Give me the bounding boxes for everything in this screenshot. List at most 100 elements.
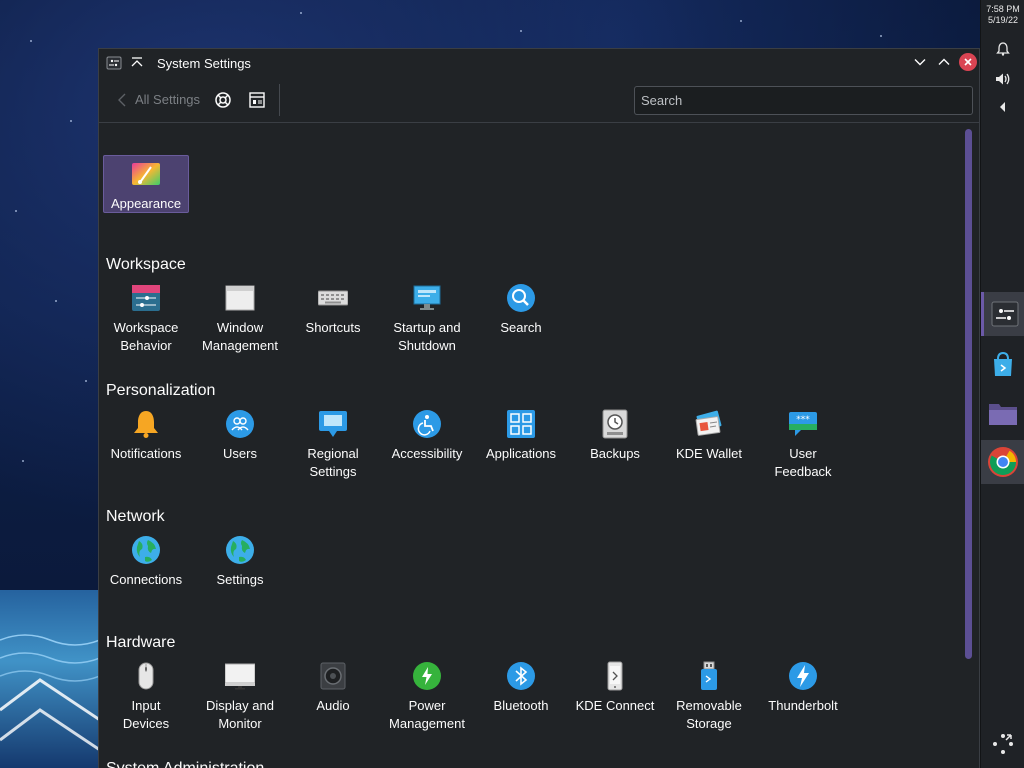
clock[interactable]: 7:58 PM 5/19/22 (981, 4, 1024, 26)
category-audio[interactable]: Audio (290, 661, 376, 715)
appearance-icon (132, 163, 160, 185)
category-label: Connections (109, 572, 183, 587)
category-label: Search (500, 320, 542, 335)
section-title-system-administration: System Administration (106, 760, 264, 768)
chrome-browser-icon[interactable] (981, 440, 1024, 484)
category-label: Bluetooth (493, 698, 549, 713)
notifications-bell-icon[interactable] (981, 38, 1024, 60)
workspace-behavior-icon (132, 285, 160, 311)
kde-wallet-icon (695, 410, 722, 436)
category-label: Removable Storage (676, 698, 742, 731)
category-label: Audio (316, 698, 350, 713)
expand-tray-icon[interactable] (981, 96, 1024, 118)
category-kde-connect[interactable]: KDE Connect (572, 661, 658, 715)
thunderbolt-icon (789, 662, 817, 690)
category-label: Accessibility (391, 446, 463, 461)
window-title: System Settings (157, 55, 251, 71)
category-regional-settings[interactable]: Regional Settings (290, 409, 376, 481)
minimize-button[interactable] (911, 53, 929, 71)
all-settings-back-button[interactable]: All Settings (117, 92, 200, 107)
section-title-workspace: Workspace (106, 256, 186, 273)
category-removable-storage[interactable]: Removable Storage (666, 661, 752, 733)
category-appearance[interactable]: Appearance (103, 155, 189, 213)
backups-clock-icon (602, 409, 628, 439)
category-label: Display and Monitor (206, 698, 274, 731)
right-panel: 7:58 PM 5/19/22 (980, 0, 1024, 768)
category-label: Backups (590, 446, 640, 461)
category-kde-wallet[interactable]: KDE Wallet (666, 409, 752, 463)
keep-above-icon[interactable] (129, 55, 145, 71)
category-thunderbolt[interactable]: Thunderbolt (760, 661, 846, 715)
svg-text:***: *** (796, 415, 810, 425)
toolbar-separator (279, 83, 281, 116)
category-label: Window Management (202, 320, 278, 353)
section-title-network: Network (106, 508, 165, 525)
category-users[interactable]: Users (197, 409, 283, 463)
category-label: Startup and Shutdown (393, 320, 461, 353)
system-settings-task-icon[interactable] (981, 292, 1024, 336)
category-display-monitor[interactable]: Display and Monitor (197, 661, 283, 733)
category-label: Appearance (110, 196, 182, 211)
category-label: Shortcuts (305, 320, 361, 335)
toolbar: All Settings (99, 77, 979, 123)
category-power-management[interactable]: Power Management (384, 661, 470, 733)
category-workspace-behavior[interactable]: Workspace Behavior (103, 283, 189, 355)
regional-settings-icon (319, 411, 347, 437)
monitor-icon (225, 663, 255, 690)
bluetooth-icon (507, 662, 535, 690)
clock-time: 7:58 PM (986, 4, 1020, 14)
usb-drive-icon (701, 661, 717, 690)
category-backups[interactable]: Backups (572, 409, 658, 463)
category-label: Settings (216, 572, 264, 587)
search-input[interactable] (634, 86, 973, 115)
settings-app-icon[interactable] (105, 54, 123, 72)
maximize-button[interactable] (935, 53, 953, 71)
close-button[interactable] (959, 53, 977, 71)
power-bolt-icon (413, 662, 441, 690)
applications-grid-icon (507, 410, 535, 438)
mouse-icon (138, 662, 154, 690)
category-shortcuts[interactable]: Shortcuts (290, 283, 376, 337)
search-icon (507, 284, 535, 312)
discover-store-icon[interactable] (981, 342, 1024, 386)
category-label: User Feedback (774, 446, 832, 479)
section-title-hardware: Hardware (106, 634, 176, 651)
speaker-icon (320, 662, 346, 690)
accessibility-icon (413, 410, 441, 438)
category-accessibility[interactable]: Accessibility (384, 409, 470, 463)
system-settings-window: System Settings All Settings Search Appe… (98, 48, 980, 768)
category-label: Input Devices (122, 698, 170, 731)
category-label: Workspace Behavior (113, 320, 179, 353)
globe-icon (226, 536, 254, 564)
volume-icon[interactable] (981, 68, 1024, 90)
category-startup-shutdown[interactable]: Startup and Shutdown (384, 283, 470, 355)
category-input-devices[interactable]: Input Devices (103, 661, 189, 733)
category-label: Power Management (389, 698, 465, 731)
category-notifications[interactable]: Notifications (103, 409, 189, 463)
category-connections[interactable]: Connections (103, 535, 189, 589)
highlight-changed-settings-icon[interactable] (246, 89, 268, 111)
category-user-feedback[interactable]: *** User Feedback (760, 409, 846, 481)
user-feedback-icon: *** (789, 412, 817, 436)
help-lifebuoy-icon[interactable] (212, 89, 234, 111)
clock-date: 5/19/22 (987, 15, 1019, 25)
back-button-label: All Settings (135, 92, 201, 107)
category-network-settings[interactable]: Settings (197, 535, 283, 589)
window-titlebar[interactable]: System Settings (99, 49, 979, 77)
category-label: Applications (485, 446, 557, 461)
category-bluetooth[interactable]: Bluetooth (478, 661, 564, 715)
category-window-management[interactable]: Window Management (197, 283, 283, 355)
content-scrollbar[interactable] (965, 129, 972, 659)
back-arrow-icon (118, 93, 126, 106)
application-launcher-icon[interactable] (981, 722, 1024, 766)
category-label: KDE Connect (575, 698, 655, 713)
file-manager-icon[interactable] (981, 392, 1024, 436)
category-applications[interactable]: Applications (478, 409, 564, 463)
notifications-bell-icon (134, 411, 158, 438)
category-search[interactable]: Search (478, 283, 564, 337)
globe-icon (132, 536, 160, 564)
startup-monitor-icon (413, 285, 441, 310)
users-icon (226, 410, 254, 438)
section-title-personalization: Personalization (106, 382, 216, 399)
phone-connect-icon (607, 661, 623, 691)
